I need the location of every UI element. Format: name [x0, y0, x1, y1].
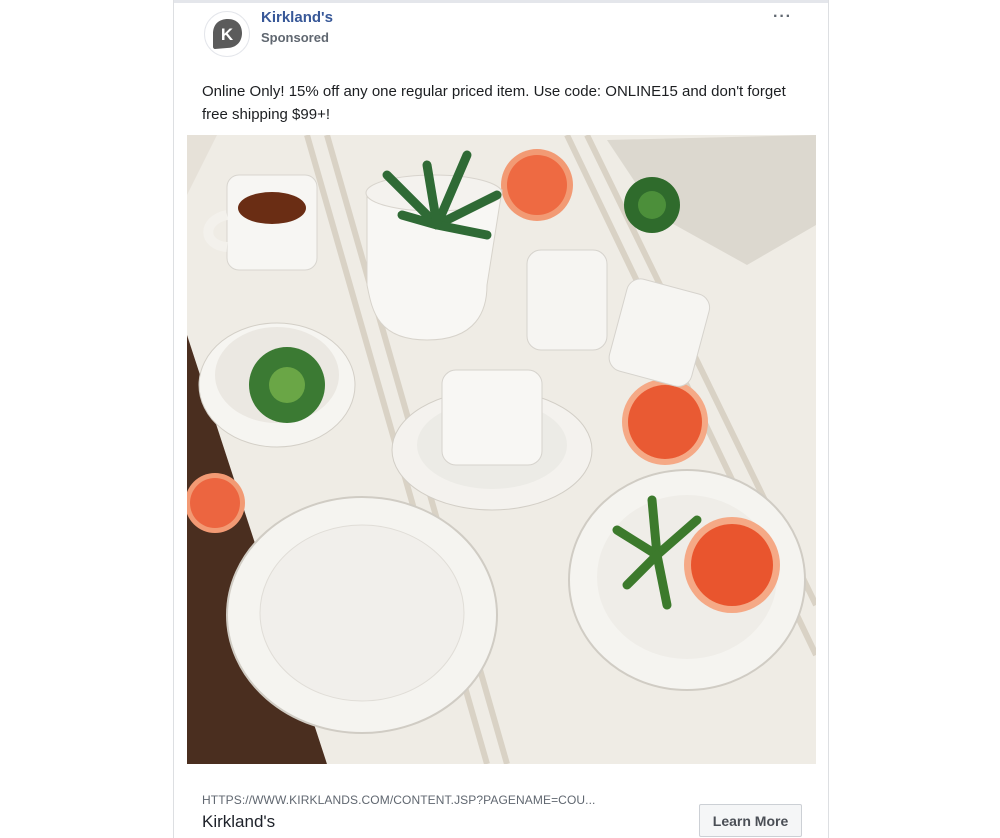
sponsored-label[interactable]: Sponsored — [261, 30, 329, 45]
link-preview[interactable]: HTTPS://WWW.KIRKLANDS.COM/CONTENT.JSP?PA… — [187, 764, 816, 838]
learn-more-button[interactable]: Learn More — [699, 804, 802, 837]
more-options-button[interactable]: ··· — [773, 8, 792, 26]
avatar-letter: K — [221, 25, 234, 44]
post-image[interactable] — [187, 135, 816, 764]
kirklands-logo-icon: K — [213, 19, 242, 49]
card-top-border — [174, 0, 828, 3]
link-url[interactable]: HTTPS://WWW.KIRKLANDS.COM/CONTENT.JSP?PA… — [202, 793, 595, 807]
page-avatar[interactable]: K — [204, 11, 250, 57]
link-title[interactable]: Kirkland's — [202, 812, 275, 832]
page-name-link[interactable]: Kirkland's — [261, 9, 333, 26]
post-text: Online Only! 15% off any one regular pri… — [202, 83, 786, 123]
dinnerware-photo — [187, 135, 816, 764]
sponsored-post-card: K Kirkland's Sponsored ··· Online Only! … — [173, 0, 829, 838]
